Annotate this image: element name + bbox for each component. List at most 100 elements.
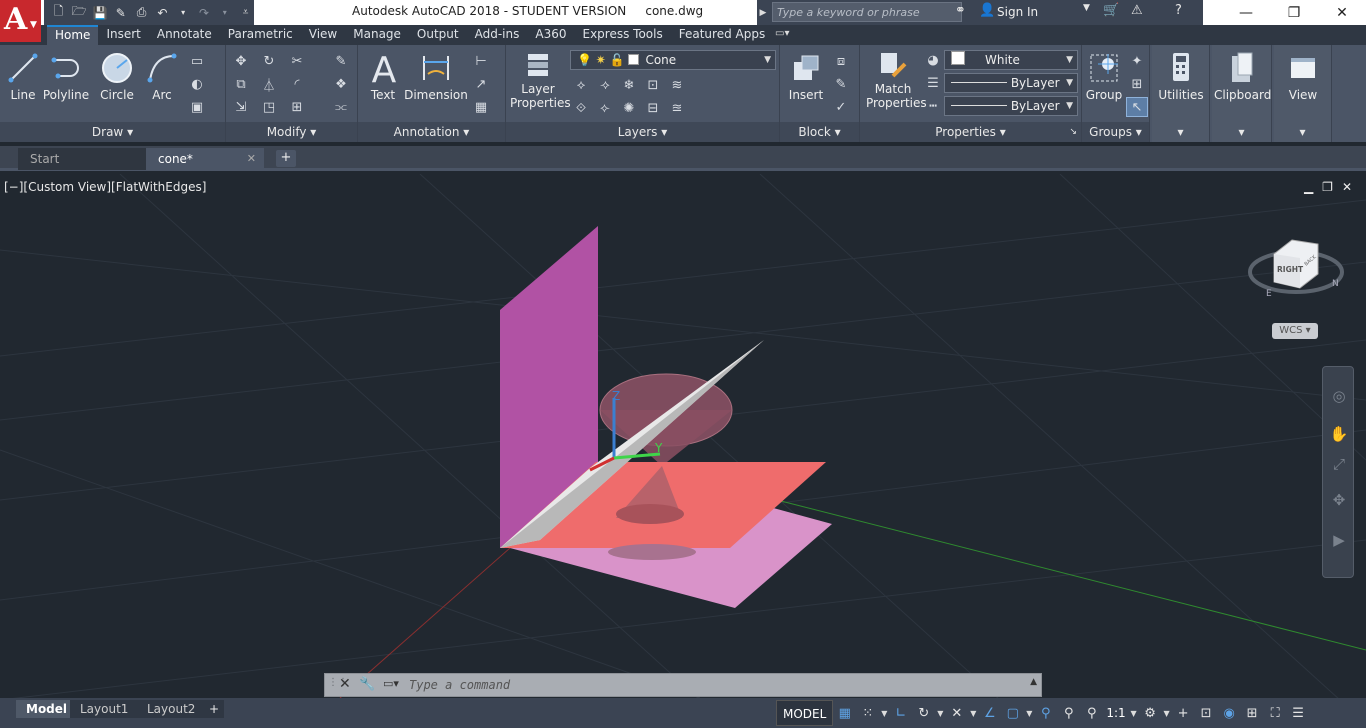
zoom-extents-icon[interactable]: ⤢ [1327,455,1351,477]
add-layout-button[interactable]: + [204,700,224,718]
line-button[interactable]: Line [4,50,42,102]
restore-icon[interactable]: ❐ [1270,0,1318,25]
create-block-icon[interactable]: ⧈ [830,51,852,71]
workspace-gear-icon[interactable]: ⚙ [1139,700,1162,726]
object-snap-tracking-icon[interactable]: ∠ [978,700,1001,726]
layout-tab-layout2[interactable]: Layout2 [137,700,206,718]
file-tab-start[interactable]: Start [18,148,146,170]
tab-annotate[interactable]: Annotate [149,25,220,45]
layer-isolate-icon[interactable]: ⟢ [594,75,616,95]
close-icon[interactable]: ✕ [339,676,351,692]
chevron-down-icon[interactable]: ▼ [935,700,945,726]
wcs-menu-button[interactable]: WCS ▾ [1272,323,1318,339]
object-snap-icon[interactable]: ▢ [1001,700,1024,726]
undo-icon[interactable]: ↶ [154,3,171,22]
modify-panel-title[interactable]: Modify ▾ [226,122,357,142]
annotation-visibility-icon[interactable]: ⚲ [1034,700,1057,726]
application-menu-button[interactable]: A ▼ [0,0,41,42]
block-panel-title[interactable]: Block ▾ [780,122,859,142]
showmotion-icon[interactable]: ▶ [1327,531,1351,553]
command-prompt-icon[interactable]: ▭▾ [383,677,399,690]
erase-icon[interactable]: ✎ [330,51,352,71]
hardware-acceleration-icon[interactable]: ◉ [1218,700,1241,726]
compass-north-label[interactable]: N [1332,279,1339,289]
layer-freeze-icon[interactable]: ❄ [618,75,640,95]
layer-off-icon[interactable]: ⟡ [570,75,592,95]
draw-panel-title[interactable]: Draw ▾ [0,122,225,142]
tab-a360[interactable]: A360 [527,25,574,45]
close-icon[interactable]: ✕ [247,148,256,170]
array-icon[interactable]: ⊞ [286,97,308,117]
edit-block-icon[interactable]: ✎ [830,74,852,94]
isolate-objects-icon[interactable]: ⊡ [1195,700,1218,726]
new-tab-button[interactable]: + [276,150,296,167]
tab-featured-apps[interactable]: Featured Apps [671,25,773,45]
command-input[interactable] [409,676,1029,694]
copy-icon[interactable]: ⧉ [230,74,252,94]
layer-match-icon[interactable]: ≋ [666,75,688,95]
sign-in-button[interactable]: Sign In [997,5,1038,19]
properties-panel-title[interactable]: Properties ▾ ↘ [860,122,1081,142]
compass-east-label[interactable]: E [1266,289,1272,299]
mirror-icon[interactable]: ⏃ [258,74,280,94]
gradient-icon[interactable]: ▣ [186,97,208,117]
clean-screen-icon[interactable]: ⊞ [1241,700,1264,726]
layer-unlock-icon[interactable]: ⊟ [642,98,664,118]
layer-thaw-icon[interactable]: ✺ [618,98,640,118]
group-button[interactable]: Group [1084,50,1124,102]
rectangle-icon[interactable]: ▭ [186,51,208,71]
restore-icon[interactable]: ❐ [1322,180,1333,194]
orbit-icon[interactable]: ✥ [1327,491,1351,513]
3d-scene[interactable]: Z Y [0,174,1366,698]
hatch-icon[interactable]: ◐ [186,74,208,94]
text-button[interactable]: A Text [366,50,400,102]
circle-button[interactable]: Circle [96,50,138,102]
ortho-icon[interactable]: ∟ [889,700,912,726]
layer-properties-button[interactable]: Layer Properties [510,50,571,110]
expand-search-icon[interactable]: ▶ [757,0,769,25]
ribbon-minimize-icon[interactable]: ▭▾ [775,28,795,41]
minimize-icon[interactable]: — [1222,0,1270,25]
offset-icon[interactable]: ⫗ [330,97,352,117]
command-history-icon[interactable]: ▲ [1030,677,1037,687]
chevron-down-icon[interactable]: ▼ [1083,3,1090,13]
match-properties-button[interactable]: Match Properties [866,50,927,110]
table-icon[interactable]: ▦ [470,97,492,117]
wrench-icon[interactable]: 🔧 [359,677,375,692]
leader-icon[interactable]: ↗ [470,74,492,94]
color-dropdown[interactable]: White ▼ [944,50,1078,70]
group-selection-icon[interactable]: ↖ [1126,97,1148,117]
open-file-icon[interactable]: 🗁 [71,3,88,22]
tab-output[interactable]: Output [409,25,467,45]
undo-dropdown-icon[interactable]: ▾ [175,3,192,22]
autodesk-exchange-icon[interactable]: ⚠ [1131,3,1143,18]
edit-attributes-icon[interactable]: ✓ [830,97,852,117]
close-icon[interactable]: ✕ [1342,180,1352,194]
new-file-icon[interactable]: 🗋 [50,3,67,22]
tab-add-ins[interactable]: Add-ins [467,25,528,45]
cart-icon[interactable]: 🛒 [1103,3,1119,18]
lineweight-dropdown[interactable]: ByLayer ▼ [944,96,1078,116]
redo-icon[interactable]: ↷ [196,3,213,22]
grid-icon[interactable]: ▦ [833,700,856,726]
clipboard-button[interactable]: Clipboard [1214,50,1271,102]
view-expand-icon[interactable]: ▾ [1274,122,1331,142]
binoculars-icon[interactable]: ⚭ [955,3,966,18]
save-icon[interactable]: 💾 [92,3,109,22]
utilities-button[interactable]: Utilities [1156,50,1206,102]
dialog-launcher-icon[interactable]: ↘ [1069,122,1077,142]
linetype-dropdown[interactable]: ByLayer ▼ [944,73,1078,93]
tab-manage[interactable]: Manage [345,25,409,45]
utilities-panel[interactable]: Utilities ▾ [1152,45,1210,142]
chevron-down-icon[interactable]: ▼ [1162,700,1172,726]
annotation-panel-title[interactable]: Annotation ▾ [358,122,505,142]
trim-icon[interactable]: ✂ [286,51,308,71]
polyline-button[interactable]: Polyline [42,50,90,102]
clipboard-panel[interactable]: Clipboard ▾ [1212,45,1272,142]
tab-view[interactable]: View [301,25,345,45]
explode-icon[interactable]: ❖ [330,74,352,94]
help-icon[interactable]: ? [1175,3,1182,18]
layers-panel-title[interactable]: Layers ▾ [506,122,779,142]
save-as-icon[interactable]: ✎ [112,3,129,22]
customization-menu-icon[interactable]: ☰ [1287,700,1310,726]
